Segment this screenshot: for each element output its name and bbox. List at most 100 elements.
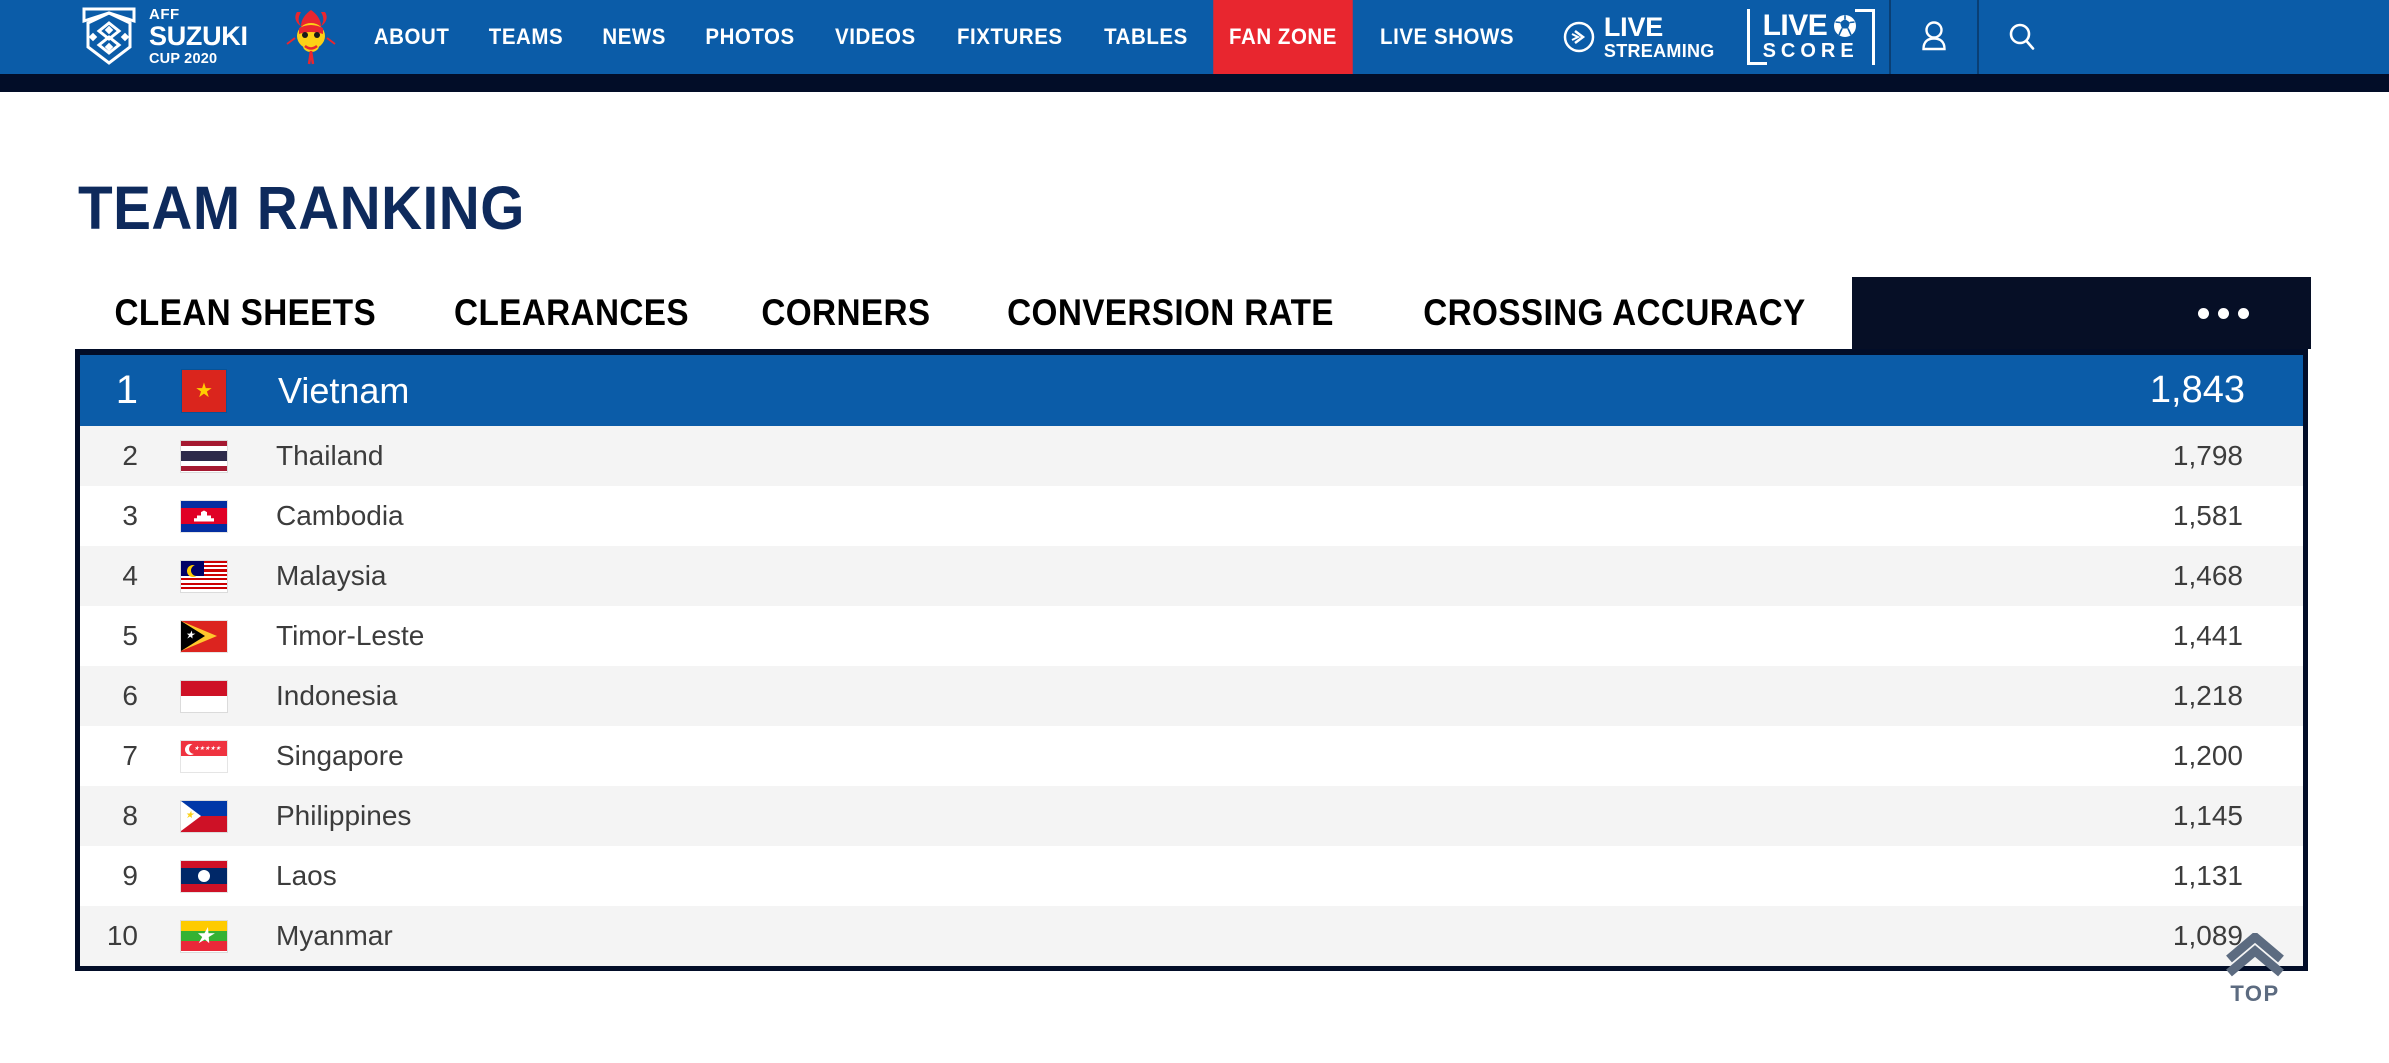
play-circle-icon: [1563, 21, 1595, 53]
row-value: 1,131: [2172, 860, 2243, 891]
row-team-name: Vietnam: [278, 369, 410, 411]
row-value: 1,798: [2172, 440, 2243, 471]
row-flag: ★: [156, 369, 252, 412]
row-value: 1,843: [2149, 369, 2245, 411]
table-row[interactable]: 3 Cambodia 1,581: [80, 486, 2303, 546]
row-position: 7: [122, 740, 138, 771]
flag-laos-icon: [181, 860, 227, 892]
nav-item-live-shows[interactable]: LIVE SHOWS: [1364, 0, 1530, 74]
row-team-name: Timor-Leste: [276, 620, 425, 651]
double-chevron-up-icon: [2226, 933, 2284, 977]
row-position: 3: [122, 500, 138, 531]
brand-cup-text: CUP 2020: [149, 51, 218, 68]
table-row[interactable]: 2 Thailand 1,798: [80, 426, 2303, 486]
row-position: 4: [122, 560, 138, 591]
tab-crossing-accuracy[interactable]: CROSSING ACCURACY: [1401, 277, 1828, 349]
flag-philippines-icon: ★: [181, 800, 227, 832]
row-value: 1,581: [2172, 500, 2243, 531]
nav-item-tables[interactable]: TABLES: [1088, 0, 1203, 74]
row-flag: ★: [156, 620, 252, 652]
ellipsis-horizontal-icon: [2198, 307, 2249, 319]
tab-clean-sheets[interactable]: CLEAN SHEETS: [92, 277, 399, 349]
row-position: 8: [122, 800, 138, 831]
row-value: 1,200: [2172, 740, 2243, 771]
row-value: 1,145: [2172, 800, 2243, 831]
aff-suzuki-cup-logo[interactable]: AFF SUZUKI CUP 2020: [78, 7, 248, 67]
back-to-top-button[interactable]: TOP: [2195, 933, 2315, 1007]
aff-suzuki-cup-logo-icon: [82, 7, 136, 65]
table-row[interactable]: 5 ★ Timor-Leste 1,441: [80, 606, 2303, 666]
flag-thailand-icon: [181, 440, 227, 472]
brand-block[interactable]: AFF SUZUKI CUP 2020: [0, 0, 256, 74]
row-flag: [156, 560, 252, 592]
row-flag: [156, 860, 252, 892]
brand-aff-text: AFF: [149, 6, 180, 24]
row-flag: ★: [156, 800, 252, 832]
table-row[interactable]: 1 ★ Vietnam 1,843: [80, 355, 2303, 426]
table-row[interactable]: 10 ★ Myanmar 1,089: [80, 906, 2303, 966]
flag-myanmar-icon: ★: [181, 920, 227, 952]
nav-item-photos[interactable]: PHOTOS: [690, 0, 811, 74]
row-position: 2: [122, 440, 138, 471]
row-team-name: Myanmar: [276, 920, 393, 951]
page-body: TEAM RANKING CLEAN SHEETS CLEARANCES COR…: [0, 174, 2389, 1006]
stat-tabs: CLEAN SHEETS CLEARANCES CORNERS CONVERSI…: [75, 277, 2311, 349]
more-tabs-button[interactable]: [1852, 277, 2311, 349]
row-value: 1,468: [2172, 560, 2243, 591]
row-position: 6: [122, 680, 138, 711]
row-flag: [156, 680, 252, 712]
live-score-line1: LIVE: [1762, 9, 1828, 42]
table-row[interactable]: 6 Indonesia 1,218: [80, 666, 2303, 726]
back-to-top-label: TOP: [2230, 981, 2280, 1006]
flag-indonesia-icon: [181, 680, 227, 712]
live-streaming-line2: STREAMING: [1603, 41, 1715, 61]
tab-clearances[interactable]: CLEARANCES: [431, 277, 711, 349]
tab-corners[interactable]: CORNERS: [738, 277, 952, 349]
row-flag: ★: [156, 920, 252, 952]
row-team-name: Philippines: [276, 800, 412, 831]
brand-suzuki-text: SUZUKI: [149, 21, 248, 52]
row-value: 1,218: [2172, 680, 2243, 711]
row-team-name: Laos: [276, 860, 337, 891]
team-ranking-table: 1 ★ Vietnam 1,843 2 Thailand 1,798 3 Cam…: [75, 349, 2308, 971]
row-value: 1,441: [2172, 620, 2243, 651]
table-row[interactable]: 7 ★★★★★ Singapore 1,200: [80, 726, 2303, 786]
table-row[interactable]: 8 ★ Philippines 1,145: [80, 786, 2303, 846]
account-button[interactable]: [1888, 0, 1977, 74]
live-streaming-button[interactable]: LIVE STREAMING: [1536, 14, 1737, 60]
nav-item-teams[interactable]: TEAMS: [473, 0, 579, 74]
flag-singapore-icon: ★★★★★: [181, 740, 227, 772]
row-team-name: Malaysia: [276, 560, 387, 591]
row-flag: [156, 500, 252, 532]
live-score-button[interactable]: LIVE SCORE: [1746, 5, 1875, 69]
nav-item-videos[interactable]: VIDEOS: [820, 0, 932, 74]
table-row[interactable]: 9 Laos 1,131: [80, 846, 2303, 906]
row-team-name: Thailand: [276, 440, 384, 471]
nav-item-fixtures[interactable]: FIXTURES: [941, 0, 1078, 74]
flag-malaysia-icon: [181, 560, 227, 592]
nav-item-news[interactable]: NEWS: [587, 0, 682, 74]
nav-item-fan-zone[interactable]: FAN ZONE: [1212, 0, 1353, 74]
row-position: 9: [122, 860, 138, 891]
search-button[interactable]: [1976, 0, 2065, 74]
live-streaming-line1: LIVE: [1603, 12, 1664, 42]
account-icon: [1922, 21, 1946, 51]
page-title: TEAM RANKING: [78, 174, 525, 242]
row-flag: [156, 440, 252, 472]
row-team-name: Cambodia: [276, 500, 404, 531]
table-row[interactable]: 4 Malaysia 1,468: [80, 546, 2303, 606]
row-position: 10: [106, 920, 138, 951]
header-tools: [1888, 0, 2065, 74]
row-position: 1: [115, 368, 138, 412]
search-icon: [2009, 23, 2035, 50]
row-position: 5: [122, 620, 138, 651]
flag-vietnam-icon: ★: [182, 369, 226, 412]
dragon-mascot-icon: [274, 0, 348, 74]
bracket-right: [1854, 9, 1875, 65]
bracket-left: [1746, 9, 1767, 65]
tab-conversion-rate[interactable]: CONVERSION RATE: [985, 277, 1357, 349]
site-header: AFF SUZUKI CUP 2020 ABOUT TEAMS NEWS PHO…: [0, 0, 2389, 92]
nav-item-about[interactable]: ABOUT: [358, 0, 465, 74]
row-flag: ★★★★★: [156, 740, 252, 772]
flag-timor-leste-icon: ★: [181, 620, 227, 652]
